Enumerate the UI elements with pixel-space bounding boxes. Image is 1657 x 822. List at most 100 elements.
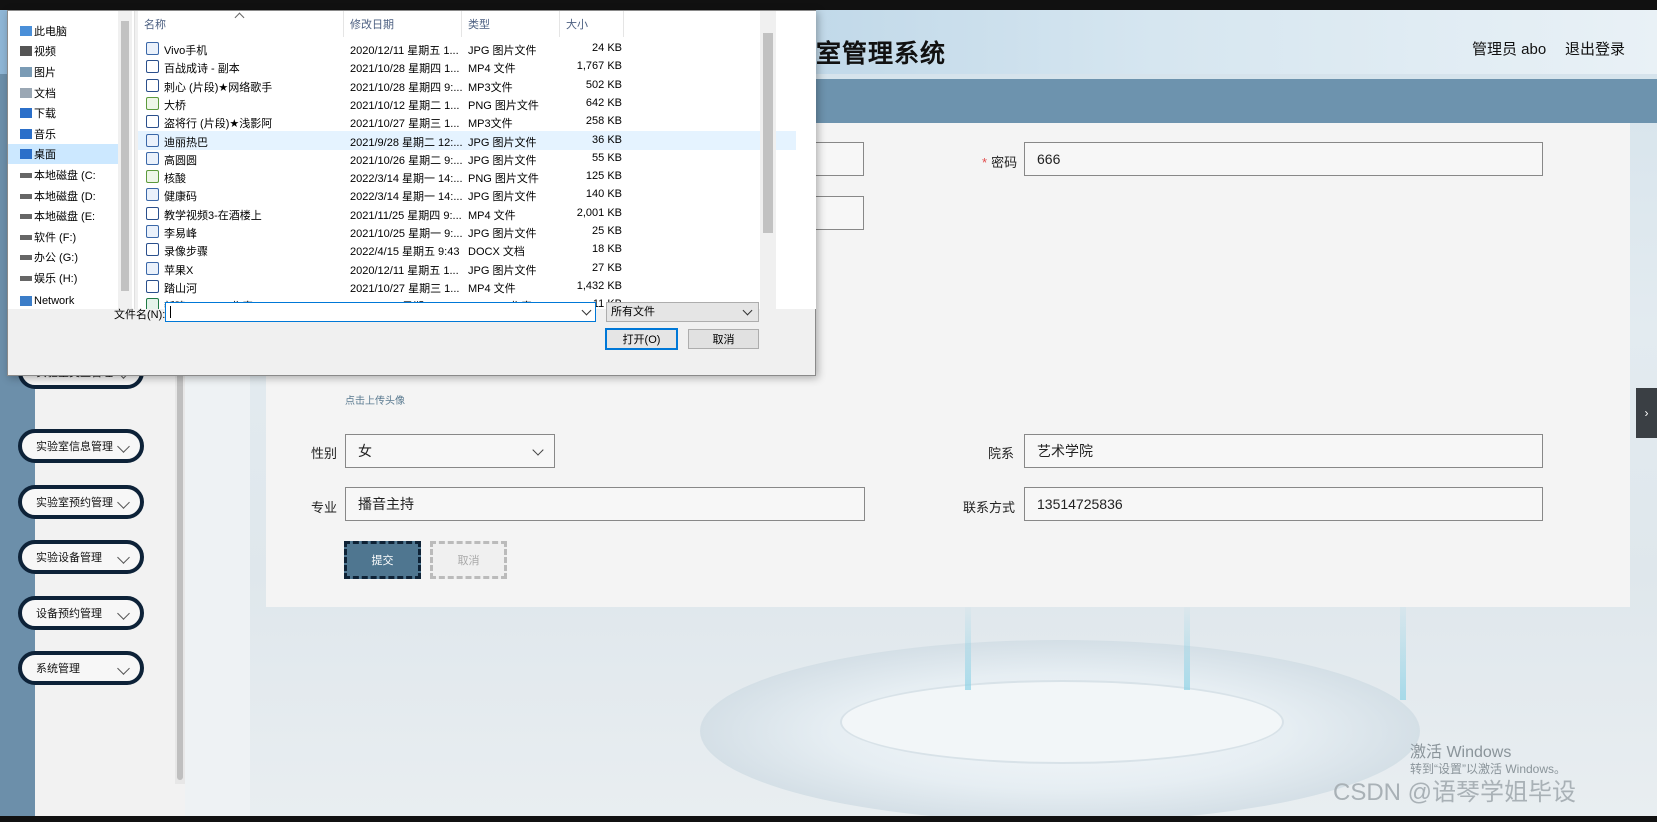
file-name: 刺心 (片段)★网络歌手: [164, 81, 273, 94]
nav-item-drive-e[interactable]: 本地磁盘 (E:: [8, 206, 118, 226]
gender-select[interactable]: 女: [345, 434, 555, 468]
nav-item-downloads[interactable]: 下载: [8, 103, 118, 123]
submit-button[interactable]: 提交: [344, 541, 421, 579]
file-row[interactable]: 刺心 (片段)★网络歌手 2021/10/28 星期四 9:... MP3文件 502…: [138, 76, 796, 95]
nav-item-music[interactable]: 音乐: [8, 124, 118, 144]
file-modified: 2021/10/12 星期二 1...: [350, 99, 460, 112]
file-name: 健康码: [164, 191, 197, 204]
activate-windows-title: 激活 Windows: [1410, 744, 1512, 761]
nav-item-pictures[interactable]: 图片: [8, 62, 118, 82]
file-name: Vivo手机: [164, 45, 208, 57]
file-row[interactable]: 盗将行 (片段)★浅影阿 2021/10/27 星期三 1... MP3文件 258 …: [138, 112, 796, 131]
column-header-type[interactable]: 类型: [462, 11, 560, 37]
filetype-select[interactable]: 所有文件: [606, 302, 759, 322]
admin-label: 管理员 abo: [1472, 41, 1547, 58]
nav-item-drive-f[interactable]: 软件 (F:): [8, 227, 118, 247]
filename-label: 文件名(N):: [114, 309, 166, 321]
sidebar-item-system[interactable]: 系统管理: [18, 651, 144, 685]
open-button[interactable]: 打开(O): [605, 328, 678, 350]
file-modified: 2020/12/11 星期五 1...: [350, 45, 459, 57]
sidebar-item-equipment-booking[interactable]: 设备预约管理: [18, 596, 144, 630]
nav-item-drive-c[interactable]: 本地磁盘 (C:: [8, 165, 118, 185]
password-label: * 密码: [982, 155, 1018, 170]
filename-input[interactable]: [165, 302, 596, 322]
file-docx-icon: [146, 243, 159, 257]
file-row[interactable]: 迪丽热巴 2021/9/28 星期二 12:... JPG 图片文件 36 KB: [138, 130, 796, 150]
chevron-down-icon[interactable]: [581, 305, 592, 316]
department-label: 院系: [988, 446, 1015, 461]
file-size: 642 KB: [585, 96, 622, 109]
file-modified: 2020/12/11 星期五 1...: [350, 264, 459, 277]
major-label: 专业: [311, 500, 338, 515]
sidebar-item-label: 实验室信息管理: [36, 441, 113, 453]
file-type: JPG 图片文件: [468, 264, 537, 277]
logout-link[interactable]: 退出登录: [1565, 38, 1625, 59]
file-row[interactable]: 核酸 2022/3/14 星期一 14:... PNG 图片文件 125 KB: [138, 167, 796, 186]
column-header-modified[interactable]: 修改日期: [344, 11, 462, 37]
drive-icon: [20, 276, 32, 281]
file-row[interactable]: 大桥 2021/10/12 星期二 1... PNG 图片文件 642 KB: [138, 94, 796, 113]
file-row[interactable]: 录像步骤 2022/4/15 星期五 9:43 DOCX 文档 18 KB: [138, 240, 796, 259]
nav-item-desktop[interactable]: 桌面: [8, 144, 118, 164]
nav-item-videos[interactable]: 视频: [8, 41, 118, 61]
system-title: 室管理系统: [816, 40, 947, 68]
drive-icon: [20, 214, 32, 219]
network-icon: [20, 296, 32, 306]
nav-scroll-thumb[interactable]: [121, 21, 129, 291]
column-header-size[interactable]: 大小: [560, 11, 624, 37]
sidebar-item-label: 设备预约管理: [36, 608, 102, 620]
file-list-scroll-thumb[interactable]: [763, 33, 773, 233]
sidebar-item-equipment[interactable]: 实验设备管理: [18, 540, 144, 574]
drive-icon: [20, 235, 32, 240]
file-modified: 2021/9/28 星期二 12:...: [350, 136, 463, 149]
navigation-pane: 此电脑 视频 图片 文档 下载 音乐 桌面 本地磁盘 (C: 本地磁盘 (D: …: [8, 11, 135, 309]
file-jpg-icon: [146, 188, 159, 202]
nav-item-this-pc[interactable]: 此电脑: [8, 21, 118, 41]
nav-item-drive-g[interactable]: 办公 (G:): [8, 247, 118, 267]
file-row[interactable]: 百战成诗 - 副本 2021/10/28 星期四 1... MP4 文件 1,767 …: [138, 57, 796, 76]
nav-item-network[interactable]: Network: [8, 291, 118, 309]
contact-input[interactable]: 13514725836: [1024, 487, 1543, 521]
file-size: 1,767 KB: [576, 60, 622, 73]
background-pillar: [1184, 600, 1190, 690]
file-row[interactable]: 高圆圆 2021/10/26 星期二 9:... JPG 图片文件 55 KB: [138, 149, 796, 168]
cancel-button[interactable]: 取消: [430, 541, 507, 579]
file-row[interactable]: 苹果X 2020/12/11 星期五 1... JPG 图片文件 27 KB: [138, 259, 796, 278]
file-open-dialog: 此电脑 视频 图片 文档 下载 音乐 桌面 本地磁盘 (C: 本地磁盘 (D: …: [7, 10, 816, 376]
file-row[interactable]: 教学视频3-在酒楼上 2021/11/25 星期四 9:... MP4 文件 2,00…: [138, 204, 796, 223]
file-name: 百战成诗 - 副本: [164, 63, 240, 76]
desktop-icon: [20, 149, 32, 159]
file-type: PNG 图片文件: [468, 173, 539, 186]
nav-item-drive-d[interactable]: 本地磁盘 (D:: [8, 186, 118, 206]
major-input[interactable]: 播音主持: [345, 487, 865, 521]
file-size: 36 KB: [592, 133, 622, 146]
file-row[interactable]: Vivo手机 2020/12/11 星期五 1... JPG 图片文件 24 KB: [138, 39, 796, 58]
file-type: MP4 文件: [468, 282, 516, 295]
file-png-icon: [146, 170, 159, 184]
dialog-cancel-button[interactable]: 取消: [688, 329, 759, 349]
file-size: 140 KB: [585, 188, 622, 201]
nav-item-documents[interactable]: 文档: [8, 83, 118, 103]
file-row[interactable]: 健康码 2022/3/14 星期一 14:... JPG 图片文件 140 KB: [138, 185, 796, 204]
password-input[interactable]: 666: [1024, 142, 1543, 176]
chevron-right-icon[interactable]: ›: [1636, 388, 1657, 438]
file-list: 名称 修改日期 类型 大小 Vivo手机 2020/12/11 星期五 1... J…: [138, 11, 816, 309]
file-size: 258 KB: [585, 115, 622, 128]
file-jpg-icon: [146, 42, 159, 55]
nav-item-drive-h[interactable]: 娱乐 (H:): [8, 268, 118, 288]
file-modified: 2021/10/28 星期四 1...: [350, 63, 460, 76]
file-row[interactable]: 李易峰 2021/10/25 星期一 9:... JPG 图片文件 25 KB: [138, 222, 796, 241]
file-modified: 2021/10/27 星期三 1...: [350, 282, 460, 295]
file-row[interactable]: 踏山河 2021/10/27 星期三 1... MP4 文件 1,432 KB: [138, 277, 796, 296]
sidebar-item-lab-info[interactable]: 实验室信息管理: [18, 429, 144, 463]
bottom-edge: [0, 816, 1657, 822]
file-size: 502 KB: [585, 78, 622, 91]
file-name: 苹果X: [164, 264, 194, 277]
music-icon: [20, 129, 32, 139]
upload-avatar-link[interactable]: 点击上传头像: [345, 392, 405, 407]
sidebar-item-lab-booking[interactable]: 实验室预约管理: [18, 485, 144, 519]
csdn-watermark: CSDN @语琴学姐毕设: [1333, 779, 1577, 806]
department-input[interactable]: 艺术学院: [1024, 434, 1543, 468]
file-type: MP4 文件: [468, 63, 516, 76]
file-mp4-icon: [146, 279, 159, 293]
